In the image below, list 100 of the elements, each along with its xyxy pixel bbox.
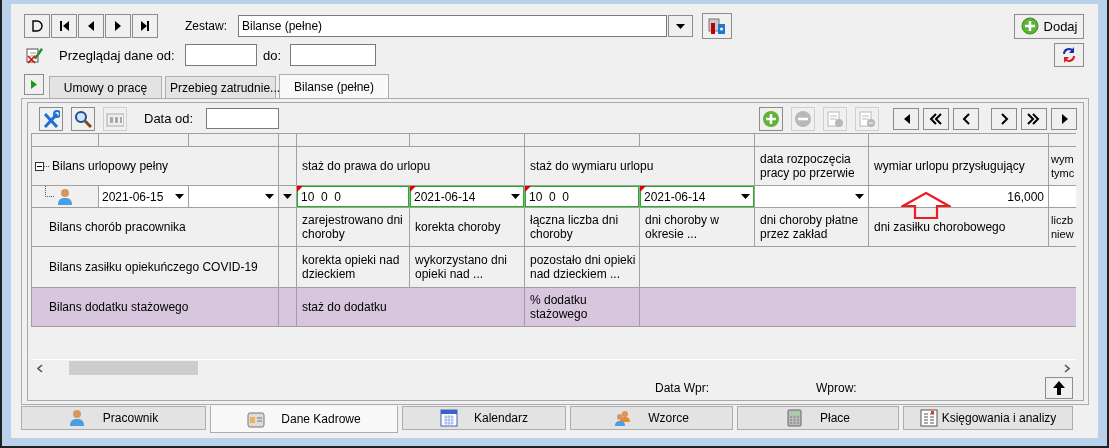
people-icon bbox=[614, 409, 633, 427]
field-caption: wym tymc bbox=[1049, 147, 1076, 185]
edit-icon bbox=[26, 46, 43, 64]
field-caption: liczb niew bbox=[1049, 208, 1076, 246]
scrollbar-thumb[interactable] bbox=[69, 361, 198, 375]
date-from-field[interactable] bbox=[206, 108, 279, 129]
field-caption: korekta choroby bbox=[410, 208, 524, 246]
date-from-label: Data od: bbox=[144, 111, 195, 126]
tab[interactable]: Płace bbox=[737, 406, 899, 430]
document-remove-icon bbox=[858, 109, 876, 128]
tools-icon bbox=[42, 109, 60, 128]
field-caption: staż do wymiaru urlopu bbox=[525, 147, 754, 185]
first-column-icon bbox=[929, 112, 943, 125]
combo-field[interactable] bbox=[755, 186, 868, 207]
tab[interactable]: Pracownik bbox=[21, 406, 206, 430]
scroll-right-button[interactable] bbox=[1051, 107, 1077, 130]
dropdown-arrow-icon bbox=[676, 23, 685, 29]
field-caption: dni choroby płatne przez zakład bbox=[755, 208, 868, 246]
date-combo[interactable]: 2021-06-15 bbox=[99, 186, 188, 207]
field-caption: data rozpoczęcia pracy po przerwie bbox=[755, 147, 868, 185]
calendar-icon bbox=[439, 409, 458, 427]
field-caption: zarejestrowano dni choroby bbox=[297, 208, 409, 246]
person-icon bbox=[68, 409, 87, 427]
scroll-left-button[interactable] bbox=[893, 107, 919, 130]
dropdown-button[interactable] bbox=[279, 186, 296, 207]
set-label: Zestaw: bbox=[185, 19, 228, 33]
last-record-button[interactable] bbox=[132, 14, 158, 38]
next-record-icon bbox=[113, 20, 123, 32]
last-record-icon bbox=[140, 20, 150, 32]
row-label-text: Bilans chorób pracownika bbox=[49, 220, 186, 234]
tab[interactable]: Wzorce bbox=[570, 406, 733, 430]
field-caption: dni zasiłku chorobowego bbox=[869, 208, 1048, 246]
tab[interactable]: Dane Kadrowe bbox=[210, 406, 398, 433]
field-caption: pozostało dni opieki nad dzieckiem ... bbox=[525, 247, 639, 287]
play-icon bbox=[31, 80, 37, 89]
row-label-text: Bilans dodatku stażowego bbox=[49, 300, 189, 314]
refresh-button[interactable] bbox=[1054, 43, 1084, 67]
plus-icon bbox=[1020, 17, 1039, 35]
new-record-button[interactable] bbox=[24, 14, 50, 38]
previous-column-button[interactable] bbox=[953, 107, 979, 130]
next-column-button[interactable] bbox=[991, 107, 1017, 130]
expand-button[interactable] bbox=[24, 74, 44, 95]
move-up-button[interactable] bbox=[1045, 377, 1073, 399]
last-column-icon bbox=[1027, 112, 1041, 125]
new-record-icon bbox=[31, 20, 43, 32]
dropdown-arrow-icon bbox=[855, 194, 864, 199]
tab[interactable]: Księgowania i analizy bbox=[903, 406, 1073, 430]
annotation-arrow bbox=[901, 192, 951, 219]
next-column-icon bbox=[999, 112, 1009, 125]
previous-column-icon bbox=[961, 112, 971, 125]
first-record-button[interactable] bbox=[51, 14, 77, 38]
collapse-icon[interactable] bbox=[35, 161, 44, 171]
document-icon bbox=[707, 17, 727, 35]
add-row-icon bbox=[762, 109, 780, 128]
field-caption: łączna liczba dni choroby bbox=[525, 208, 639, 246]
tab[interactable]: Umowy o pracę bbox=[49, 76, 162, 98]
field-caption: staż do dodatku bbox=[297, 288, 524, 326]
tab[interactable]: Bilanse (pełne) bbox=[279, 74, 389, 98]
set-options-button[interactable] bbox=[702, 13, 732, 39]
row-label-text: Bilans urlopowy pełny bbox=[52, 159, 169, 173]
combo-field[interactable] bbox=[189, 186, 278, 207]
person-icon bbox=[57, 188, 73, 205]
last-column-button[interactable] bbox=[1021, 107, 1047, 130]
search-button[interactable] bbox=[71, 106, 95, 131]
input-field[interactable] bbox=[1049, 186, 1076, 207]
date-to-field[interactable] bbox=[290, 44, 376, 66]
field-caption: wykorzystano dni opieki nad ... bbox=[410, 247, 524, 287]
number-field[interactable]: 16,000 bbox=[869, 186, 1048, 207]
first-column-button[interactable] bbox=[923, 107, 949, 130]
tools-button[interactable] bbox=[39, 106, 63, 131]
dropdown-button[interactable] bbox=[668, 15, 693, 37]
entry-date-label: Data Wpr: bbox=[655, 381, 710, 395]
add-row-button[interactable] bbox=[759, 106, 783, 131]
combo-field[interactable]: 2021-06-14 bbox=[410, 186, 524, 207]
field-caption: dni choroby w okresie ... bbox=[640, 208, 754, 246]
set-combo[interactable]: Bilanse (pełne) bbox=[238, 15, 667, 37]
id-card-icon bbox=[247, 410, 266, 428]
combo-field[interactable]: 2021-06-14 bbox=[640, 186, 754, 207]
add-button[interactable]: Dodaj bbox=[1014, 13, 1084, 39]
date-from-field[interactable] bbox=[185, 44, 257, 66]
input-field[interactable]: 10 0 0 bbox=[297, 186, 409, 207]
date-to-label: do: bbox=[263, 47, 283, 63]
refresh-icon bbox=[1061, 46, 1077, 64]
previous-record-button[interactable] bbox=[78, 14, 104, 38]
first-record-icon bbox=[59, 20, 69, 32]
field-caption: wymiar urlopu przysługujący bbox=[869, 147, 1048, 185]
dropdown-arrow-icon bbox=[741, 194, 750, 199]
ledger-icon bbox=[919, 409, 938, 427]
tab[interactable]: Kalendarz bbox=[402, 406, 566, 430]
scroll-left-icon bbox=[37, 363, 43, 373]
up-arrow-icon bbox=[1053, 381, 1065, 395]
dropdown-arrow-icon bbox=[511, 194, 520, 199]
row-label-text: Bilans zasiłku opiekuńczego COVID-19 bbox=[49, 260, 258, 274]
search-icon bbox=[74, 109, 92, 128]
field-caption: staż do prawa do urlopu bbox=[297, 147, 524, 185]
field-caption: % dodatku stażowego bbox=[525, 288, 639, 326]
scroll-right-icon bbox=[1064, 363, 1070, 373]
field-caption: korekta opieki nad dzieckiem bbox=[297, 247, 409, 287]
next-record-button[interactable] bbox=[105, 14, 131, 38]
input-field[interactable]: 10 0 0 bbox=[525, 186, 639, 207]
